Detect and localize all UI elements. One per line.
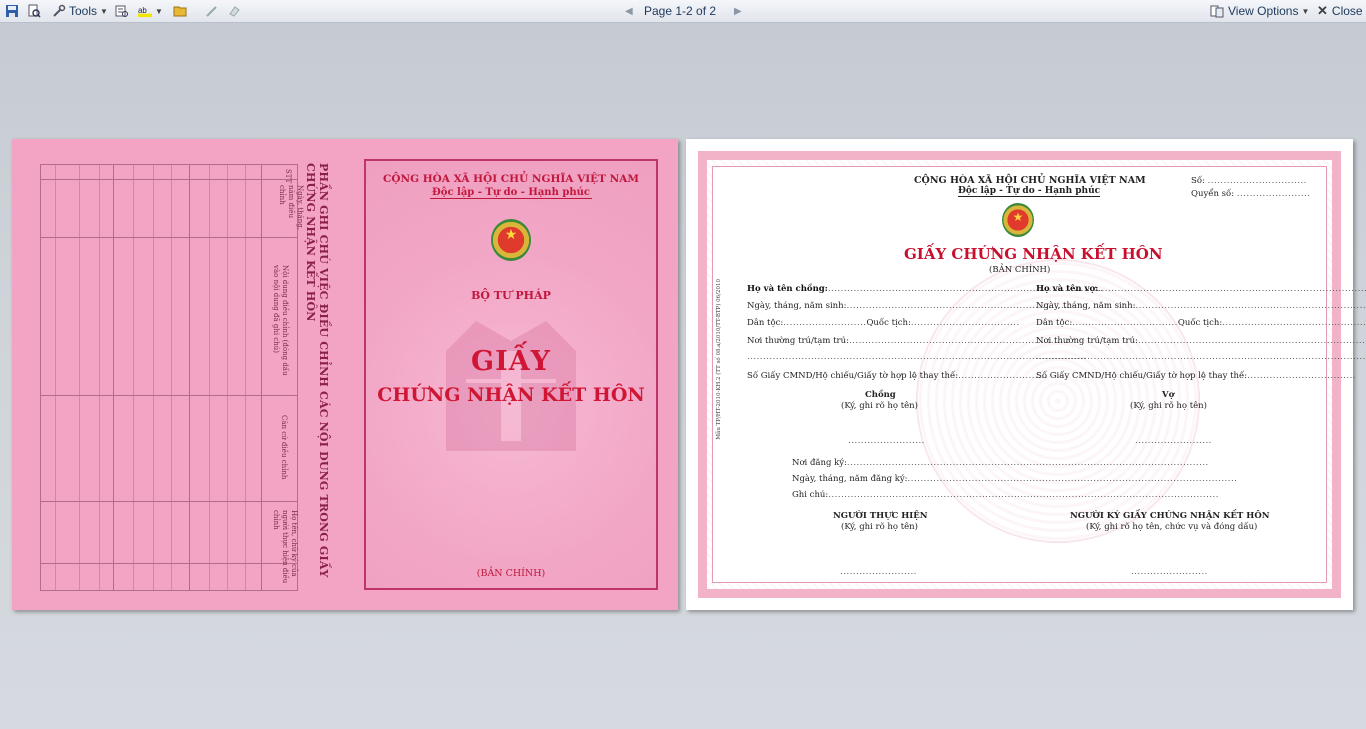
folder-icon[interactable] — [173, 2, 187, 20]
husband-residence-label: Nơi thường trú/tạm trú: — [747, 336, 849, 346]
tools-label: Tools — [69, 4, 98, 18]
executor-sign-line: ........................ — [840, 567, 917, 577]
cert-title: GIẤY CHỨNG NHẬN KẾT HÔN — [904, 245, 1163, 263]
cover-title-giay: GIẤY — [471, 346, 551, 377]
page-certificate: Mẫu TP/HT-2010-KH.2 (TT số 08.a/2010/TT-… — [686, 139, 1366, 610]
eraser-icon — [227, 2, 241, 20]
wife-name-label: Họ và tên vợ: — [1036, 284, 1099, 294]
tools-menu[interactable]: Tools ▼ — [52, 2, 108, 20]
next-page-button[interactable]: ▶ — [734, 2, 742, 20]
svg-text:ab: ab — [138, 6, 147, 15]
motto: Độc lập - Tự do - Hạnh phúc — [366, 187, 656, 199]
view-options-label: View Options — [1228, 4, 1299, 18]
husband-id-label: Số Giấy CMND/Hộ chiếu/Giấy tờ hợp lệ tha… — [747, 371, 959, 381]
wife-dob-label: Ngày, tháng, năm sinh: — [1036, 301, 1136, 311]
print-preview-icon[interactable] — [27, 2, 41, 20]
new-comment-icon — [205, 2, 219, 20]
table-header-date: Ngày, tháng, năm điều chỉnh — [278, 185, 304, 230]
husband-sign-title: Chồng — [865, 390, 896, 400]
previous-page-button[interactable]: ◀ — [625, 2, 633, 20]
quyen-so-label: Quyển số: — [1191, 189, 1235, 199]
research-icon[interactable] — [115, 2, 129, 20]
republic-heading: CỘNG HÒA XÃ HỘI CHỦ NGHĨA VIỆT NAM — [383, 173, 639, 185]
signer-sign-line: ........................ — [1131, 567, 1208, 577]
reg-date-label: Ngày, tháng, năm đăng ký: — [792, 474, 908, 484]
national-emblem-icon: ★ — [1002, 203, 1034, 237]
wife-ethnicity-label: Dân tộc: — [1036, 318, 1073, 328]
close-icon: ✕ — [1317, 3, 1328, 18]
husband-name-label: Họ và tên chồng: — [747, 284, 828, 294]
wife-nationality-label: Quốc tịch: — [1177, 318, 1223, 328]
table-header-executor: Họ tên, chữ ký của người thực hiện điều … — [272, 510, 298, 584]
signer-note: (Ký, ghi rõ họ tên, chức vụ và đóng dấu) — [1086, 522, 1258, 532]
chevron-left-icon: ◀ — [625, 5, 633, 17]
wife-sign-title: Vợ — [1162, 390, 1175, 400]
page-label: Page 1-2 of 2 — [644, 4, 717, 18]
view-options-menu[interactable]: View Options ▼ — [1210, 2, 1309, 20]
table-header-basis: Căn cứ điều chỉnh — [280, 415, 288, 480]
cert-motto: Độc lập - Tự do - Hạnh phúc — [958, 186, 1101, 197]
note-label: Ghi chú: — [792, 490, 829, 500]
quyen-so-field: Quyển số: ....................... — [1191, 189, 1311, 199]
table-header-content: Nội dung điều chỉnh (đóng dấu vào nội du… — [272, 265, 289, 376]
husband-sign-line: ........................ — [848, 436, 925, 446]
cover-copy-type: (BẢN CHÍNH) — [476, 568, 546, 579]
page-indicator: Page 1-2 of 2 — [644, 2, 716, 20]
signer-title: NGƯỜI KÝ GIẤY CHỨNG NHẬN KẾT HÔN — [1070, 511, 1270, 521]
ministry-name: BỘ TƯ PHÁP — [471, 289, 551, 302]
adjustment-table: STT Ngày, tháng, năm điều chỉnh Nội dung… — [40, 164, 304, 591]
chevron-down-icon: ▼ — [1301, 6, 1310, 16]
cover-title-main: CHỨNG NHẬN KẾT HÔN — [377, 384, 645, 406]
motto-text: Độc lập - Tự do - Hạnh phúc — [430, 187, 592, 199]
wife-id-label: Số Giấy CMND/Hộ chiếu/Giấy tờ hợp lệ tha… — [1036, 371, 1248, 381]
wife-residence-label: Nơi thường trú/tạm trú: — [1036, 336, 1138, 346]
wife-residence-line: ........................................… — [1036, 352, 1366, 362]
chevron-down-icon: ▼ — [100, 6, 108, 16]
cover-panel: CỘNG HÒA XÃ HỘI CHỦ NGHĨA VIỆT NAM Độc l… — [364, 159, 658, 590]
wife-sign-line: ........................ — [1135, 436, 1212, 446]
close-label: Close — [1331, 4, 1363, 18]
highlight-icon[interactable]: ab ▼ — [138, 2, 163, 20]
chevron-down-icon[interactable]: ▼ — [155, 7, 163, 16]
executor-note: (Ký, ghi rõ họ tên) — [841, 522, 918, 532]
page-cover: STT Ngày, tháng, năm điều chỉnh Nội dung… — [12, 139, 678, 610]
so-label: Số: — [1191, 176, 1205, 186]
wife-sign-note: (Ký, ghi rõ họ tên) — [1130, 401, 1207, 411]
national-emblem-icon: ★ — [491, 219, 531, 261]
so-field: Số: ............................... — [1191, 176, 1307, 186]
husband-dob-label: Ngày, tháng, năm sinh: — [747, 301, 847, 311]
cert-republic: CỘNG HÒA XÃ HỘI CHỦ NGHĨA VIỆT NAM — [914, 175, 1146, 186]
save-icon[interactable] — [5, 2, 19, 20]
husband-nationality-label: Quốc tịch: — [866, 318, 911, 328]
form-code: Mẫu TP/HT-2010-KH.2 (TT số 08.a/2010/TT-… — [716, 279, 722, 440]
cert-copy-type: (BẢN CHÍNH) — [989, 265, 1051, 275]
place-label: Nơi đăng ký: — [792, 458, 847, 468]
close-button[interactable]: ✕ Close — [1317, 2, 1363, 20]
view-options-icon — [1210, 5, 1224, 18]
spine-title: PHẦN GHI CHÚ VIỆC ĐIỀU CHỈNH CÁC NỘI DUN… — [304, 163, 330, 578]
tools-icon — [53, 4, 66, 17]
husband-sign-note: (Ký, ghi rõ họ tên) — [841, 401, 918, 411]
husband-ethnicity-label: Dân tộc: — [747, 318, 784, 328]
reading-toolbar: Tools ▼ ab ▼ ◀ Page 1-2 of 2 ▶ View Opti… — [0, 0, 1366, 23]
chevron-right-icon: ▶ — [734, 5, 742, 17]
table-header-stt: STT — [284, 169, 292, 184]
executor-title: NGƯỜI THỰC HIỆN — [833, 511, 928, 521]
